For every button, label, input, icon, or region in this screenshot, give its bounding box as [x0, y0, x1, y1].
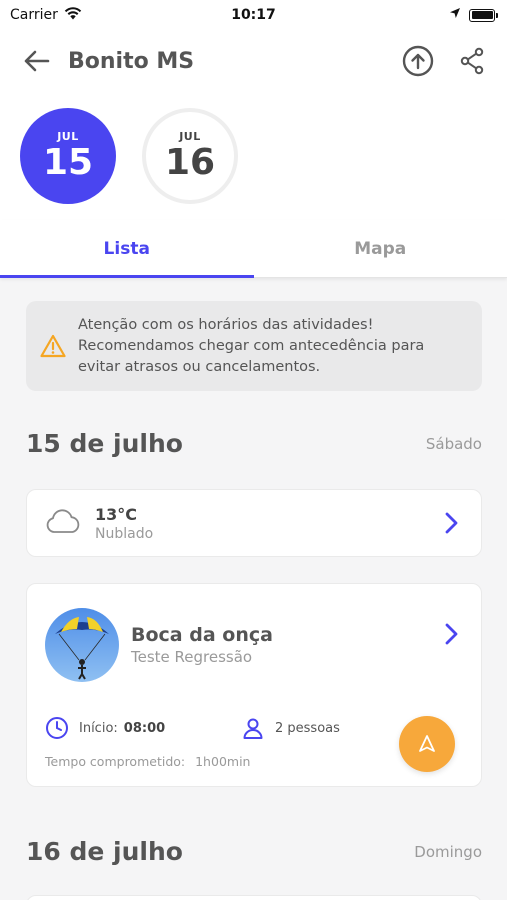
date-chip-16[interactable]: JUL 16	[142, 108, 238, 204]
date-month: JUL	[57, 129, 79, 143]
carrier-label: Carrier	[10, 7, 58, 23]
status-bar: Carrier 10:17	[0, 0, 507, 30]
back-button[interactable]	[18, 43, 54, 79]
activity-title: Boca da onça	[131, 624, 273, 646]
committed-value: 1h00min	[195, 754, 251, 769]
weather-card[interactable]	[26, 895, 482, 900]
day-title: 15 de julho	[26, 429, 183, 458]
header-actions	[401, 44, 489, 78]
activity-text: Boca da onça Teste Regressão	[131, 624, 439, 666]
weather-desc: Nublado	[95, 525, 154, 542]
start-label: Início:	[79, 720, 118, 736]
notice-line: Recomendamos chegar com antecedência par…	[78, 337, 425, 354]
app-header: Bonito MS	[0, 30, 507, 92]
day-weekday: Sábado	[425, 434, 482, 453]
arrow-left-icon	[24, 50, 50, 72]
share-icon	[460, 47, 484, 75]
activity-header: Boca da onça Teste Regressão	[45, 608, 463, 682]
notice-line: evitar atrasos ou cancelamentos.	[78, 358, 321, 375]
weather-card[interactable]: 13°C Nublado	[26, 489, 482, 557]
activity-start: Início: 08:00	[45, 716, 165, 740]
day-title: 16 de julho	[26, 837, 183, 866]
activity-subtitle: Teste Regressão	[131, 648, 253, 666]
battery-icon	[469, 8, 498, 22]
status-right	[449, 7, 498, 23]
day-header: 15 de julho Sábado	[26, 429, 482, 458]
cloud-icon	[45, 508, 81, 538]
upload-button[interactable]	[401, 44, 435, 78]
warning-icon	[38, 334, 68, 358]
person-icon	[243, 718, 263, 739]
date-day: 15	[42, 141, 94, 183]
date-selector: JUL 15 JUL 16	[0, 92, 507, 220]
weather-temp: 13°C	[95, 504, 138, 524]
navigation-arrow-icon	[419, 735, 435, 752]
committed-label: Tempo comprometido:	[45, 754, 186, 769]
share-button[interactable]	[455, 44, 489, 78]
date-day: 16	[164, 141, 216, 183]
wifi-icon	[64, 6, 82, 24]
itinerary-list[interactable]: Atenção com os horários das atividades! …	[0, 279, 507, 900]
day-header: 16 de julho Domingo	[26, 837, 482, 866]
location-arrow-icon	[449, 7, 461, 23]
people-count: 2 pessoas	[275, 720, 340, 736]
page-title: Bonito MS	[68, 48, 195, 74]
chevron-right-icon[interactable]	[439, 511, 463, 535]
date-chip-15[interactable]: JUL 15	[20, 108, 116, 204]
activity-people: 2 pessoas	[241, 716, 340, 740]
navigate-button[interactable]	[399, 716, 455, 772]
start-time: 08:00	[123, 720, 166, 736]
schedule-notice: Atenção com os horários das atividades! …	[26, 301, 482, 391]
chevron-right-icon[interactable]	[439, 622, 463, 646]
notice-text: Atenção com os horários das atividades! …	[78, 315, 424, 378]
view-tabs: Lista Mapa	[0, 220, 507, 278]
activity-card[interactable]: Boca da onça Teste Regressão Início: 08:…	[26, 583, 482, 787]
weather-info: 13°C Nublado	[95, 505, 439, 542]
clock-icon	[46, 717, 68, 739]
notice-line: Atenção com os horários das atividades!	[78, 316, 374, 333]
tab-mapa[interactable]: Mapa	[254, 220, 507, 277]
activity-committed-time: Tempo comprometido: 1h00min	[45, 754, 250, 769]
upload-circle-icon	[402, 45, 434, 77]
day-weekday: Domingo	[414, 842, 482, 861]
tab-lista[interactable]: Lista	[0, 220, 254, 278]
status-left: Carrier	[10, 6, 82, 24]
date-month: JUL	[179, 129, 201, 143]
activity-image	[45, 608, 119, 682]
